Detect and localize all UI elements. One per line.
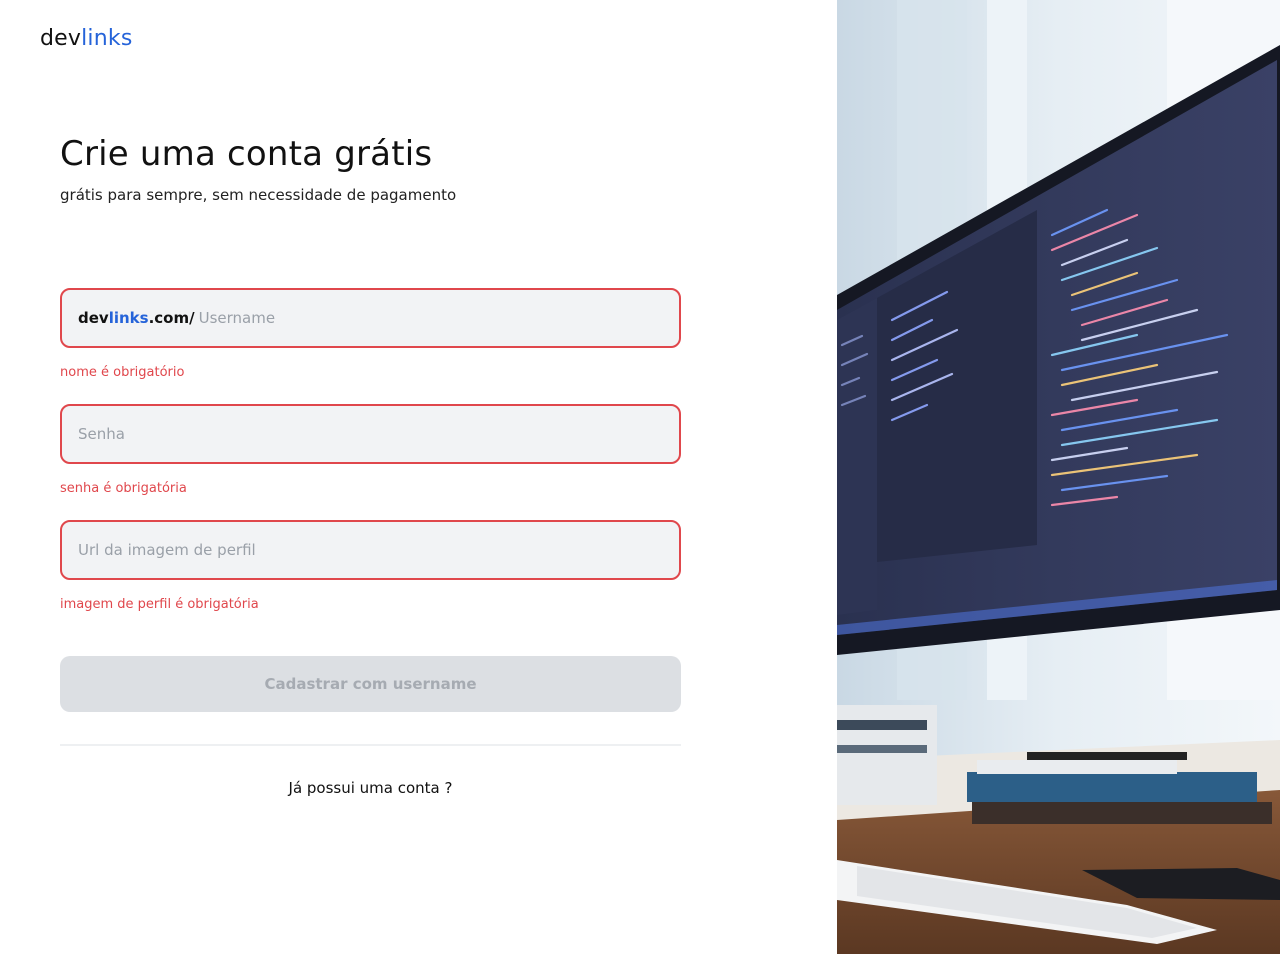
signup-submit-button[interactable]: Cadastrar com username [60,656,681,712]
prefix-links: links [108,309,149,327]
username-prefix: devlinks.com/ [78,309,195,327]
username-input[interactable] [198,290,679,346]
page-subtitle: grátis para sempre, sem necessidade de p… [60,186,457,204]
logo-links-text: links [81,26,133,51]
monitor-code-photo-icon [837,0,1280,954]
password-input[interactable] [78,406,679,462]
avatar-url-field[interactable] [60,520,681,580]
password-error: senha é obrigatória [60,481,187,496]
prefix-dev: dev [78,309,109,327]
prefix-suffix: .com/ [148,309,195,327]
password-field[interactable] [60,404,681,464]
login-link[interactable]: Já possui uma conta ? [60,779,681,797]
brand-logo[interactable]: devlinks [40,26,133,51]
username-field[interactable]: devlinks.com/ [60,288,681,348]
username-error: nome é obrigatório [60,365,185,380]
avatar-url-error: imagem de perfil é obrigatória [60,597,259,612]
signup-panel: devlinks Crie uma conta grátis grátis pa… [0,0,837,954]
hero-image [837,0,1280,954]
page-title: Crie uma conta grátis [60,134,433,174]
avatar-url-input[interactable] [78,522,679,578]
logo-dev-text: dev [40,26,82,51]
divider [60,744,681,746]
